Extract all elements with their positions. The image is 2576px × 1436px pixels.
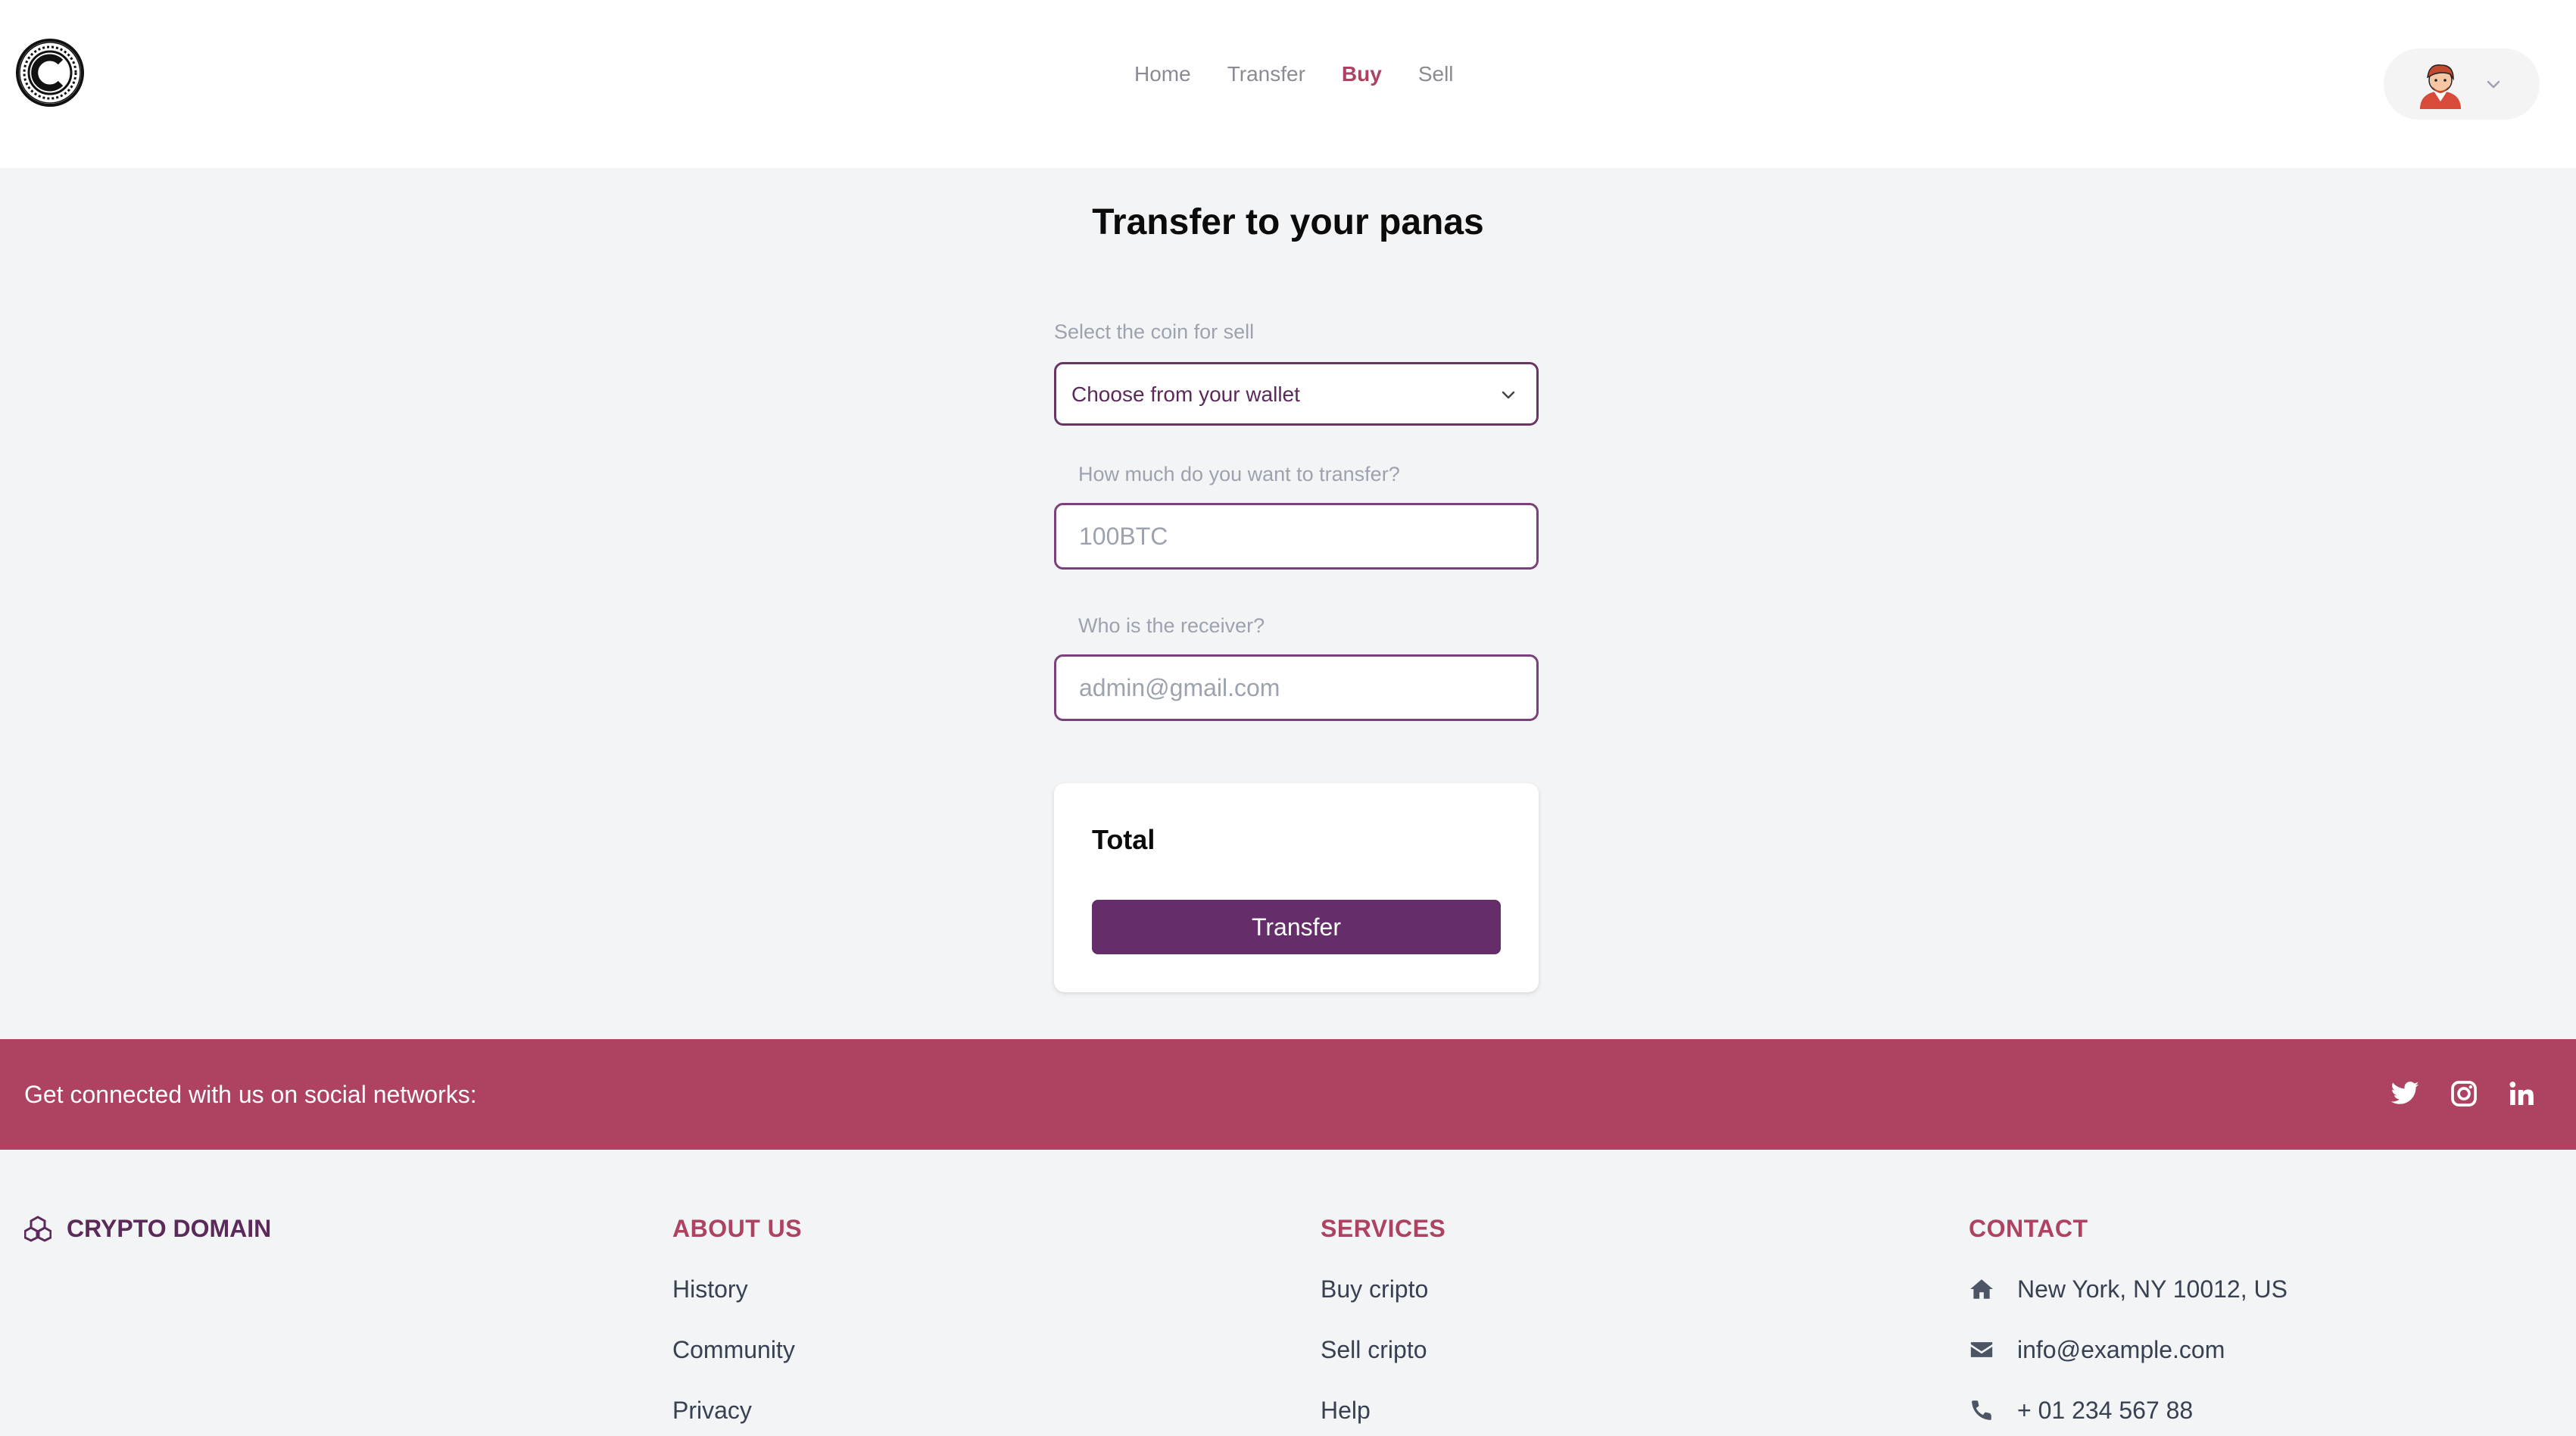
contact-email: info@example.com [1969, 1333, 2225, 1366]
top-header: Home Transfer Buy Sell [0, 0, 2576, 168]
coin-logo-icon[interactable] [15, 38, 85, 108]
twitter-icon[interactable] [2390, 1079, 2420, 1109]
contact-address: New York, NY 10012, US [1969, 1272, 2288, 1306]
chevron-down-icon [1502, 391, 1515, 399]
receiver-input[interactable] [1054, 654, 1539, 721]
footer-link-sell-cripto[interactable]: Sell cripto [1321, 1333, 1427, 1366]
coin-select[interactable]: Choose from your wallet [1054, 362, 1539, 426]
brand-name: CRYPTO DOMAIN [67, 1215, 272, 1242]
footer-brand: CRYPTO DOMAIN [24, 1212, 271, 1245]
nav-sell[interactable]: Sell [1418, 59, 1454, 89]
social-text: Get connected with us on social networks… [24, 1081, 477, 1108]
contact-address-text: New York, NY 10012, US [2017, 1275, 2288, 1303]
services-heading: SERVICES [1321, 1215, 1446, 1242]
envelope-icon [1970, 1342, 1993, 1357]
cubes-icon [24, 1216, 51, 1242]
linkedin-icon[interactable] [2506, 1079, 2537, 1109]
social-bar: Get connected with us on social networks… [0, 1039, 2576, 1150]
footer-link-community[interactable]: Community [672, 1333, 795, 1366]
nav-transfer[interactable]: Transfer [1227, 59, 1305, 89]
main-nav: Home Transfer Buy Sell [1134, 59, 1454, 89]
total-label: Total [1092, 824, 1155, 855]
receiver-label: Who is the receiver? [1078, 614, 1265, 637]
footer-about-column: ABOUT US History Community Privacy [672, 1212, 1051, 1424]
chevron-down-icon [2487, 80, 2500, 89]
contact-phone-text[interactable]: + 01 234 567 88 [2017, 1394, 2193, 1427]
footer-services-column: SERVICES Buy cripto Sell cripto Help [1321, 1212, 1699, 1424]
user-avatar-icon [2420, 64, 2461, 109]
about-heading: ABOUT US [672, 1215, 803, 1242]
total-card: Total Transfer [1054, 783, 1539, 992]
footer-brand-column: CRYPTO DOMAIN [24, 1212, 271, 1245]
footer-link-history[interactable]: History [672, 1272, 748, 1306]
phone-icon [1972, 1400, 1991, 1420]
footer-link-privacy[interactable]: Privacy [672, 1394, 752, 1427]
page-title: Transfer to your panas [1092, 202, 1484, 242]
home-icon [1970, 1279, 1993, 1299]
footer-link-buy-cripto[interactable]: Buy cripto [1321, 1272, 1428, 1306]
contact-heading: CONTACT [1969, 1215, 2088, 1242]
instagram-icon[interactable] [2449, 1079, 2479, 1109]
contact-email-text[interactable]: info@example.com [2017, 1333, 2225, 1366]
nav-home[interactable]: Home [1134, 59, 1191, 89]
amount-input[interactable] [1054, 503, 1539, 570]
coin-select-value: Choose from your wallet [1071, 382, 1300, 406]
contact-phone: + 01 234 567 88 [1969, 1394, 2193, 1427]
transfer-button[interactable]: Transfer [1092, 900, 1501, 954]
coin-select-label: Select the coin for sell [1054, 320, 1255, 343]
footer-contact-column: CONTACT New York, NY 10012, US info@exam… [1969, 1212, 2499, 1424]
amount-label: How much do you want to transfer? [1078, 463, 1400, 485]
profile-menu-button[interactable] [2384, 48, 2540, 120]
footer-link-help[interactable]: Help [1321, 1394, 1371, 1427]
nav-buy[interactable]: Buy [1342, 59, 1382, 89]
